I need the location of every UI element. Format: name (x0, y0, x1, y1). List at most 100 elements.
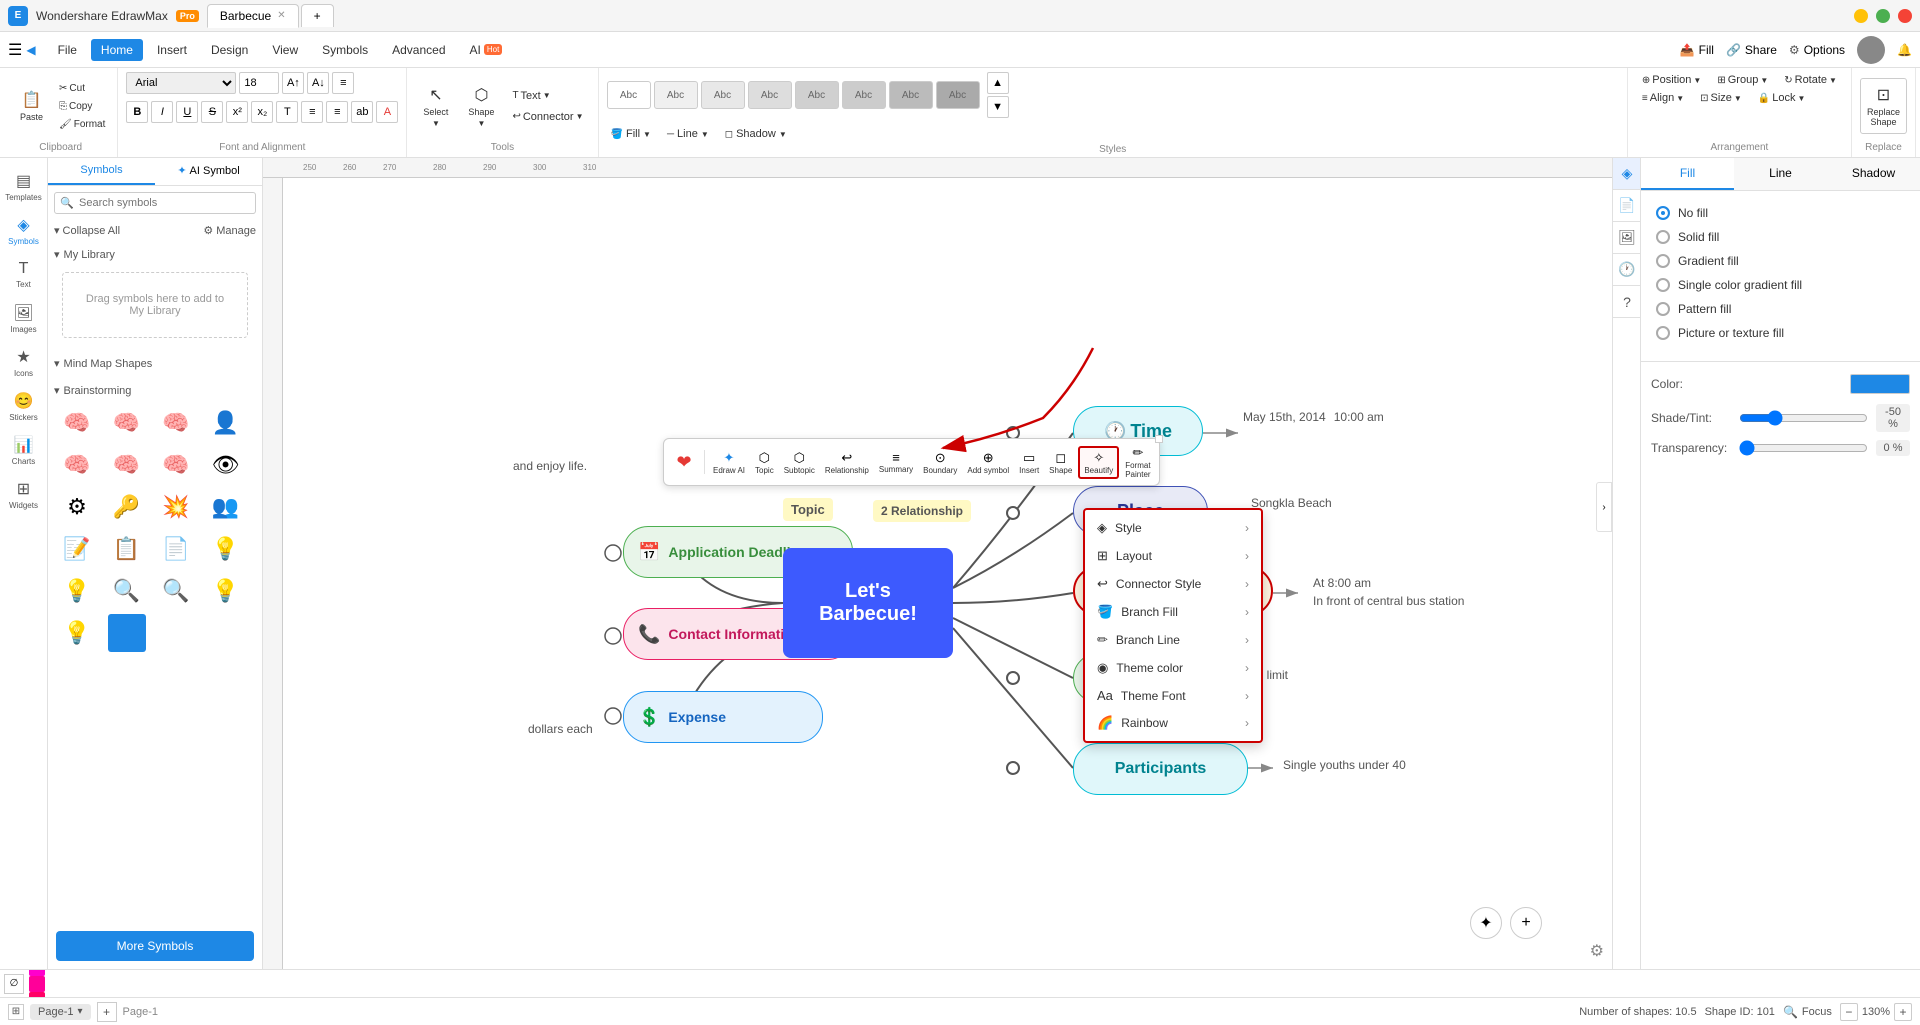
right-tab-line[interactable]: Line (1734, 158, 1827, 190)
ctx-style[interactable]: ◈ Style › (1085, 514, 1261, 542)
symbol-item[interactable]: 📝 (58, 530, 96, 568)
panel-icon-icons[interactable]: ★ Icons (4, 342, 44, 382)
panel-icon-widgets[interactable]: ⊞ Widgets (4, 474, 44, 514)
zoom-icon[interactable]: 🔍 (1783, 1005, 1798, 1019)
tab-new[interactable]: + (301, 4, 334, 27)
select-btn[interactable]: ↖ Select ▼ (415, 79, 456, 134)
fill-dropdown-btn[interactable]: 🪣 Fill ▼ (607, 126, 655, 142)
fill-option-single-gradient[interactable]: Single color gradient fill (1651, 273, 1910, 297)
symbol-item[interactable]: 🔍 (157, 572, 195, 610)
no-color-btn[interactable]: ∅ (4, 974, 24, 994)
style-thumb-2[interactable]: Abc (654, 81, 698, 109)
user-avatar[interactable] (1857, 36, 1885, 64)
relationship-toolbar-btn[interactable]: ↩ Relationship (821, 448, 873, 477)
zoom-in-btn[interactable]: + (1894, 1003, 1912, 1021)
manage-btn[interactable]: ⚙ Manage (203, 224, 256, 237)
ctx-connector-style[interactable]: ↩ Connector Style › (1085, 570, 1261, 598)
styles-scroll-down[interactable]: ▼ (987, 96, 1009, 118)
ab-btn[interactable]: ab (351, 101, 373, 123)
fill-option-pattern[interactable]: Pattern fill (1651, 297, 1910, 321)
maximize-button[interactable] (1876, 9, 1890, 23)
symbol-item[interactable]: 👥 (207, 488, 245, 526)
symbol-item[interactable]: 💥 (157, 488, 195, 526)
menu-home[interactable]: Home (91, 39, 143, 61)
node-topic[interactable]: Topic (783, 498, 833, 521)
symbol-item[interactable]: 🧠 (58, 404, 96, 442)
panel-icon-charts[interactable]: 📊 Charts (4, 430, 44, 470)
bold-btn[interactable]: B (126, 101, 148, 123)
boundary-btn[interactable]: ⊙ Boundary (919, 448, 961, 477)
shape-toolbar-btn[interactable]: ◻ Shape (1045, 448, 1076, 477)
panel-icon-stickers[interactable]: 😊 Stickers (4, 386, 44, 426)
right-panel-img-icon[interactable]: 🖼 (1613, 222, 1641, 254)
close-button[interactable] (1898, 9, 1912, 23)
ctx-theme-color[interactable]: ◉ Theme color › (1085, 654, 1261, 682)
my-library-header[interactable]: ▾ My Library (54, 245, 256, 264)
superscript-btn[interactable]: x² (226, 101, 248, 123)
zoom-level[interactable]: 130% (1862, 1006, 1890, 1018)
underline-btn[interactable]: U (176, 101, 198, 123)
ctx-theme-font[interactable]: Aa Theme Font › (1085, 682, 1261, 709)
center-node[interactable]: Let's Barbecue! (783, 548, 953, 658)
right-tab-shadow[interactable]: Shadow (1827, 158, 1920, 190)
topic-toolbar-btn[interactable]: ⬡ Topic (751, 448, 778, 477)
node-relationship[interactable]: 2 Relationship (873, 500, 971, 522)
menu-file[interactable]: File (48, 39, 87, 61)
palette-color-swatch[interactable] (29, 976, 45, 992)
menu-advanced[interactable]: Advanced (382, 39, 455, 61)
shadow-dropdown-btn[interactable]: ◻ Shadow ▼ (721, 126, 791, 142)
position-btn[interactable]: ⊕ Position ▼ (1636, 72, 1707, 88)
ctx-branch-line[interactable]: ✏ Branch Line › (1085, 626, 1261, 654)
nav-back-icon[interactable]: ☰ (8, 40, 22, 60)
fill-option-gradient[interactable]: Gradient fill (1651, 249, 1910, 273)
share-btn[interactable]: 🔗 Share (1726, 43, 1777, 57)
file-tab-barbecue[interactable]: Barbecue ✕ (207, 4, 299, 28)
canvas-settings-btn[interactable]: ⚙ (1590, 941, 1604, 961)
cut-btn[interactable]: ✂ Cut (55, 81, 109, 96)
right-panel-fill-icon[interactable]: ◈ (1613, 158, 1641, 190)
zoom-out-btn[interactable]: − (1840, 1003, 1858, 1021)
canvas-content[interactable]: and enjoy life. dollars each 📅 App (283, 178, 1612, 969)
minimize-button[interactable] (1854, 9, 1868, 23)
panel-icon-symbols[interactable]: ◈ Symbols (4, 210, 44, 250)
more-symbols-btn[interactable]: More Symbols (56, 931, 254, 961)
style-thumb-8[interactable]: Abc (936, 81, 980, 109)
symbol-item[interactable]: 👤 (207, 404, 245, 442)
style-thumb-1[interactable]: Abc (607, 81, 651, 109)
rotate-btn[interactable]: ↻ Rotate ▼ (1778, 72, 1843, 88)
font-increase-btn[interactable]: A↑ (282, 72, 304, 94)
panel-icon-templates[interactable]: ▤ Templates (4, 166, 44, 206)
group-btn[interactable]: ⊞ Group ▼ (1711, 72, 1774, 88)
menu-view[interactable]: View (262, 39, 308, 61)
bottom-grid-btn[interactable]: ⊞ (8, 1004, 24, 1020)
symbol-item[interactable]: 💡 (207, 530, 245, 568)
paste-btn[interactable]: 📋 Paste (12, 84, 51, 128)
fill-option-no-fill[interactable]: No fill (1651, 201, 1910, 225)
palette-color-swatch[interactable] (29, 992, 45, 998)
beautify-btn[interactable]: ✧ Beautify (1078, 446, 1119, 479)
panel-icon-images[interactable]: 🖼 Images (4, 298, 44, 338)
subscript-btn[interactable]: x₂ (251, 101, 273, 123)
font-size-input[interactable] (239, 72, 279, 94)
canvas-sparkle-btn[interactable]: ✦ (1470, 907, 1502, 939)
symbol-item[interactable]: 💡 (58, 572, 96, 610)
add-page-btn[interactable]: + (97, 1002, 117, 1022)
symbol-item[interactable]: 🧠 (58, 446, 96, 484)
tab-close-btn[interactable]: ✕ (277, 10, 285, 21)
panel-icon-text[interactable]: T Text (4, 254, 44, 294)
heart-btn[interactable]: ❤ (668, 446, 700, 478)
right-panel-history-icon[interactable]: 🕐 (1613, 254, 1641, 286)
menu-symbols[interactable]: Symbols (312, 39, 378, 61)
format-painter-btn[interactable]: 🖌 Format (55, 117, 109, 132)
copy-btn[interactable]: ⎘ Copy (55, 99, 109, 114)
notification-icon[interactable]: 🔔 (1897, 43, 1912, 57)
ctx-layout[interactable]: ⊞ Layout › (1085, 542, 1261, 570)
strikethrough-btn[interactable]: S (201, 101, 223, 123)
add-symbol-btn[interactable]: ⊕ Add symbol (963, 448, 1013, 477)
search-input[interactable] (54, 192, 256, 214)
publish-btn[interactable]: 📤 Fill (1680, 43, 1714, 57)
symbol-item[interactable]: 🔍 (108, 572, 146, 610)
symbol-item[interactable]: 🧠 (108, 404, 146, 442)
italic-btn[interactable]: I (151, 101, 173, 123)
styles-scroll-up[interactable]: ▲ (987, 72, 1009, 94)
